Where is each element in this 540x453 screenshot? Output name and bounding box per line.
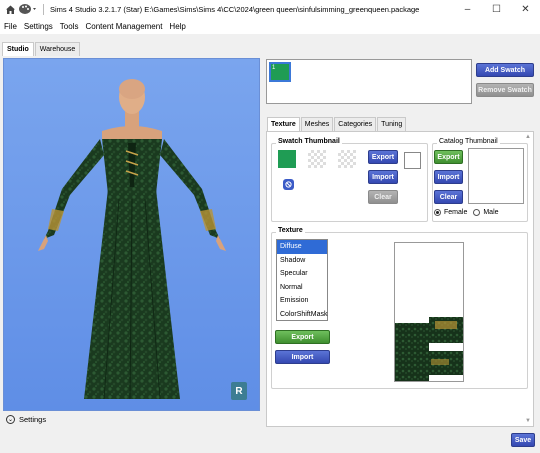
swatch-color-thumbnail[interactable]	[278, 150, 296, 168]
settings-label: Settings	[19, 414, 47, 424]
swatch-item[interactable]: 1	[269, 62, 291, 82]
tab-meshes[interactable]: Meshes	[300, 117, 334, 131]
swatch-import-button[interactable]: Import	[368, 170, 398, 184]
remove-swatch-button[interactable]: Remove Swatch	[476, 83, 534, 97]
texture-export-button[interactable]: Export	[275, 330, 330, 344]
renderer-logo-letter: R	[235, 385, 243, 397]
tab-texture[interactable]: Texture	[267, 117, 300, 131]
tab-studio[interactable]: Studio	[2, 42, 34, 56]
menu-bar: File Settings Tools Content Management H…	[0, 18, 540, 34]
menu-tools[interactable]: Tools	[60, 22, 79, 31]
texture-map-image	[395, 317, 463, 381]
swatch-thumbnail-group: Swatch Thumbnail Export Import Clear	[271, 138, 428, 222]
list-item[interactable]: Normal	[277, 281, 327, 295]
list-item[interactable]: Diffuse	[277, 240, 327, 254]
swatch-thumbnail-slot-3[interactable]	[338, 150, 356, 168]
tab-tuning[interactable]: Tuning	[377, 117, 407, 131]
menu-help[interactable]: Help	[169, 22, 185, 31]
color-picker-icon[interactable]	[283, 179, 294, 190]
home-icon[interactable]	[3, 2, 17, 16]
texture-type-list[interactable]: Diffuse Shadow Specular Normal Emission …	[276, 239, 328, 321]
swatch-clear-button[interactable]: Clear	[368, 190, 398, 204]
model-viewport[interactable]: R	[3, 58, 260, 411]
tab-categories[interactable]: Categories	[334, 117, 377, 131]
swatch-thumbnail-title: Swatch Thumbnail	[276, 138, 342, 145]
viewport-settings[interactable]: ⌄ Settings	[3, 411, 260, 427]
catalog-thumbnail-group: Catalog Thumbnail Export Import Clear Fe…	[432, 138, 528, 222]
palette-icon[interactable]	[17, 2, 39, 16]
minimize-button[interactable]: –	[453, 0, 482, 18]
list-item[interactable]: Specular	[277, 267, 327, 281]
texture-preview[interactable]	[394, 242, 464, 382]
swatch-list[interactable]: 1	[266, 59, 472, 104]
list-item[interactable]: Shadow	[277, 254, 327, 268]
main-tabs: Studio Warehouse	[2, 42, 81, 56]
menu-file[interactable]: File	[4, 22, 17, 31]
male-label: Male	[483, 209, 499, 216]
female-radio[interactable]: Female	[434, 209, 467, 216]
texture-title: Texture	[276, 227, 305, 234]
swatch-thumbnail-slot-2[interactable]	[308, 150, 326, 168]
tab-warehouse[interactable]: Warehouse	[34, 42, 81, 56]
chevron-down-icon[interactable]: ⌄	[6, 414, 15, 424]
catalog-clear-button[interactable]: Clear	[434, 190, 463, 204]
texture-import-button[interactable]: Import	[275, 350, 330, 364]
title-bar: Sims 4 Studio 3.2.1.7 (Star) E:\Games\Si…	[0, 0, 540, 18]
swatch-export-button[interactable]: Export	[368, 150, 398, 164]
list-item[interactable]: Emission	[277, 294, 327, 308]
renderer-logo: R	[231, 382, 247, 400]
female-label: Female	[444, 209, 468, 216]
female-radio-dot[interactable]	[434, 209, 441, 216]
catalog-export-button[interactable]: Export	[434, 150, 463, 164]
swatch-color-preview[interactable]	[404, 152, 421, 169]
catalog-thumbnail-title: Catalog Thumbnail	[437, 138, 500, 145]
menu-settings[interactable]: Settings	[24, 22, 53, 31]
scroll-down-icon[interactable]: ▼	[525, 418, 531, 424]
editor-tabs: Texture Meshes Categories Tuning	[267, 117, 407, 131]
window-title: Sims 4 Studio 3.2.1.7 (Star) E:\Games\Si…	[50, 4, 420, 14]
menu-content-management[interactable]: Content Management	[85, 22, 162, 31]
swatch-number: 1	[272, 65, 276, 71]
scroll-up-icon[interactable]: ▲	[525, 134, 531, 140]
add-swatch-button[interactable]: Add Swatch	[476, 63, 534, 77]
sim-model-preview	[38, 79, 226, 400]
male-radio[interactable]: Male	[473, 209, 499, 216]
male-radio-dot[interactable]	[473, 209, 481, 216]
gender-radio-group: Female Male	[434, 209, 505, 216]
list-item[interactable]: ColorShiftMask	[277, 308, 327, 322]
save-button[interactable]: Save	[511, 433, 535, 447]
catalog-import-button[interactable]: Import	[434, 170, 463, 184]
catalog-thumbnail-preview[interactable]	[468, 148, 524, 204]
maximize-button[interactable]: ☐	[482, 0, 511, 18]
close-button[interactable]: ✕	[511, 0, 540, 18]
